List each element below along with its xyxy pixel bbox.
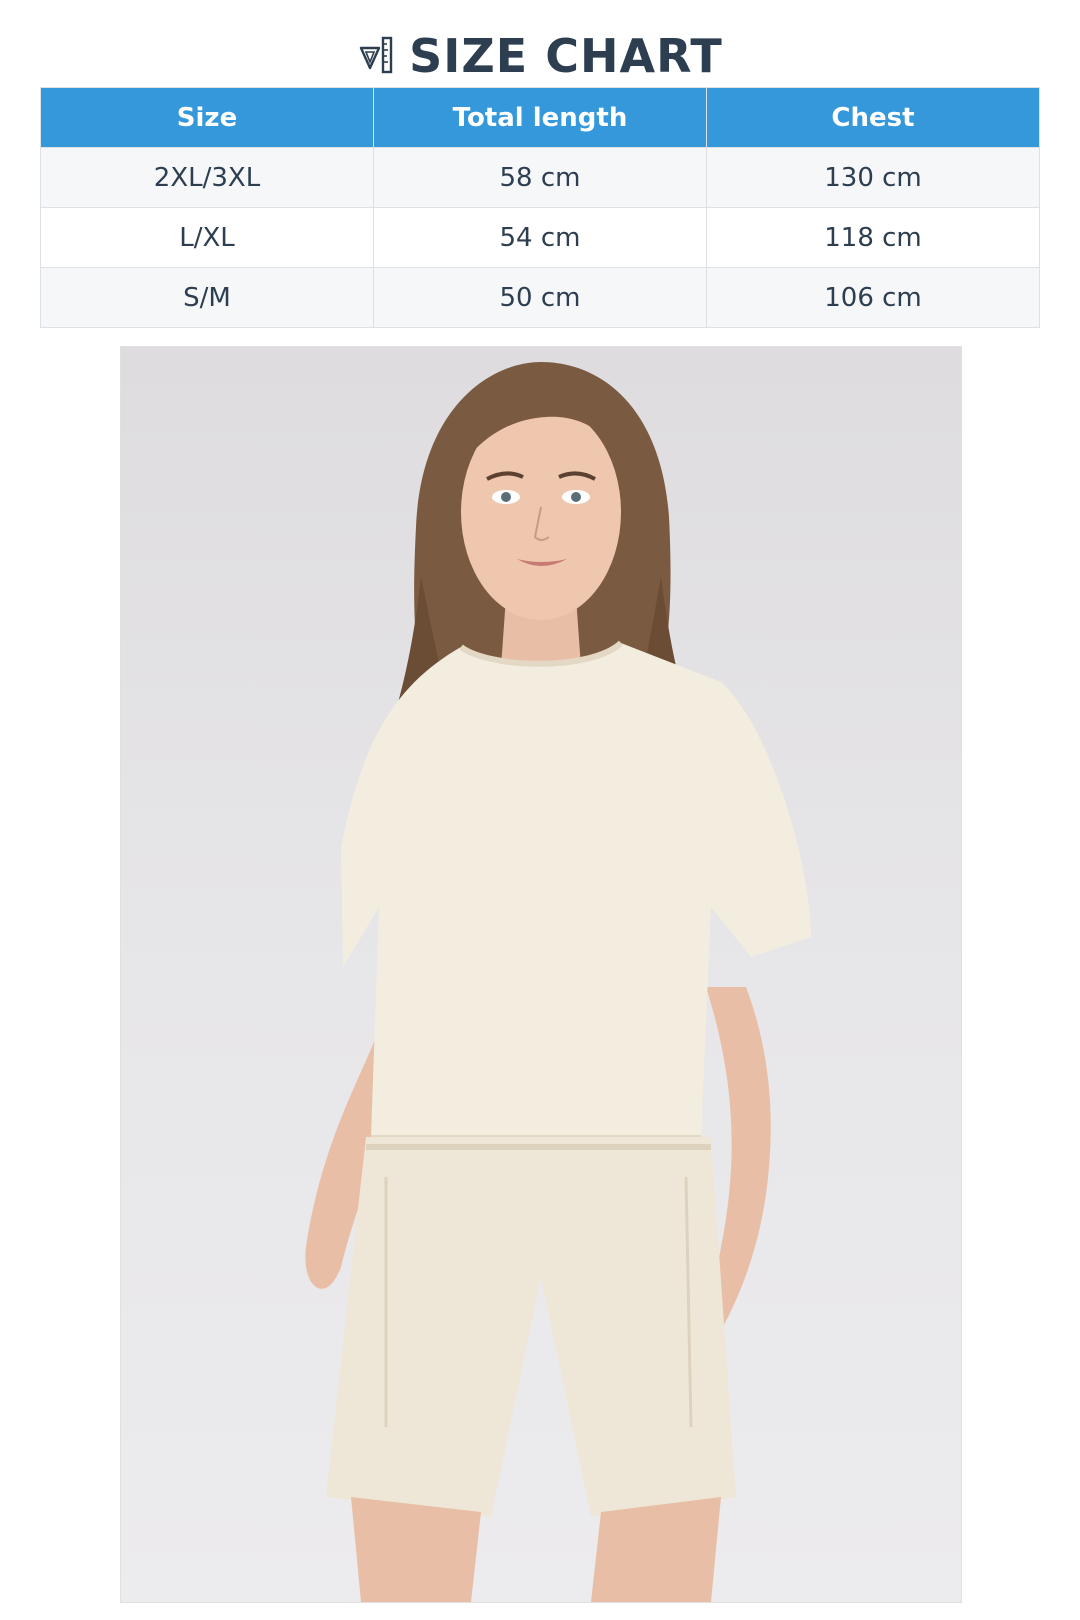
table-row: 2XL/3XL 58 cm 130 cm	[40, 147, 1040, 208]
column-header-chest: Chest	[706, 87, 1040, 148]
model-photo	[120, 346, 962, 1603]
table-row: L/XL 54 cm 118 cm	[40, 207, 1040, 268]
total-length-cell: 50 cm	[373, 267, 707, 328]
size-chart-table: Size Total length Chest 2XL/3XL 58 cm 13…	[40, 87, 1040, 328]
model-illustration	[305, 362, 811, 1602]
size-cell: 2XL/3XL	[40, 147, 374, 208]
total-length-cell: 54 cm	[373, 207, 707, 268]
size-cell: S/M	[40, 267, 374, 328]
table-header-row: Size Total length Chest	[40, 87, 1040, 148]
chest-cell: 118 cm	[706, 207, 1040, 268]
size-cell: L/XL	[40, 207, 374, 268]
chest-cell: 106 cm	[706, 267, 1040, 328]
column-header-total-length: Total length	[373, 87, 707, 148]
title-row: SIZE CHART	[0, 26, 1080, 86]
ruler-triangle-icon	[357, 34, 397, 78]
page-title: SIZE CHART	[409, 29, 723, 83]
chest-cell: 130 cm	[706, 147, 1040, 208]
column-header-size: Size	[40, 87, 374, 148]
total-length-cell: 58 cm	[373, 147, 707, 208]
table-row: S/M 50 cm 106 cm	[40, 267, 1040, 328]
